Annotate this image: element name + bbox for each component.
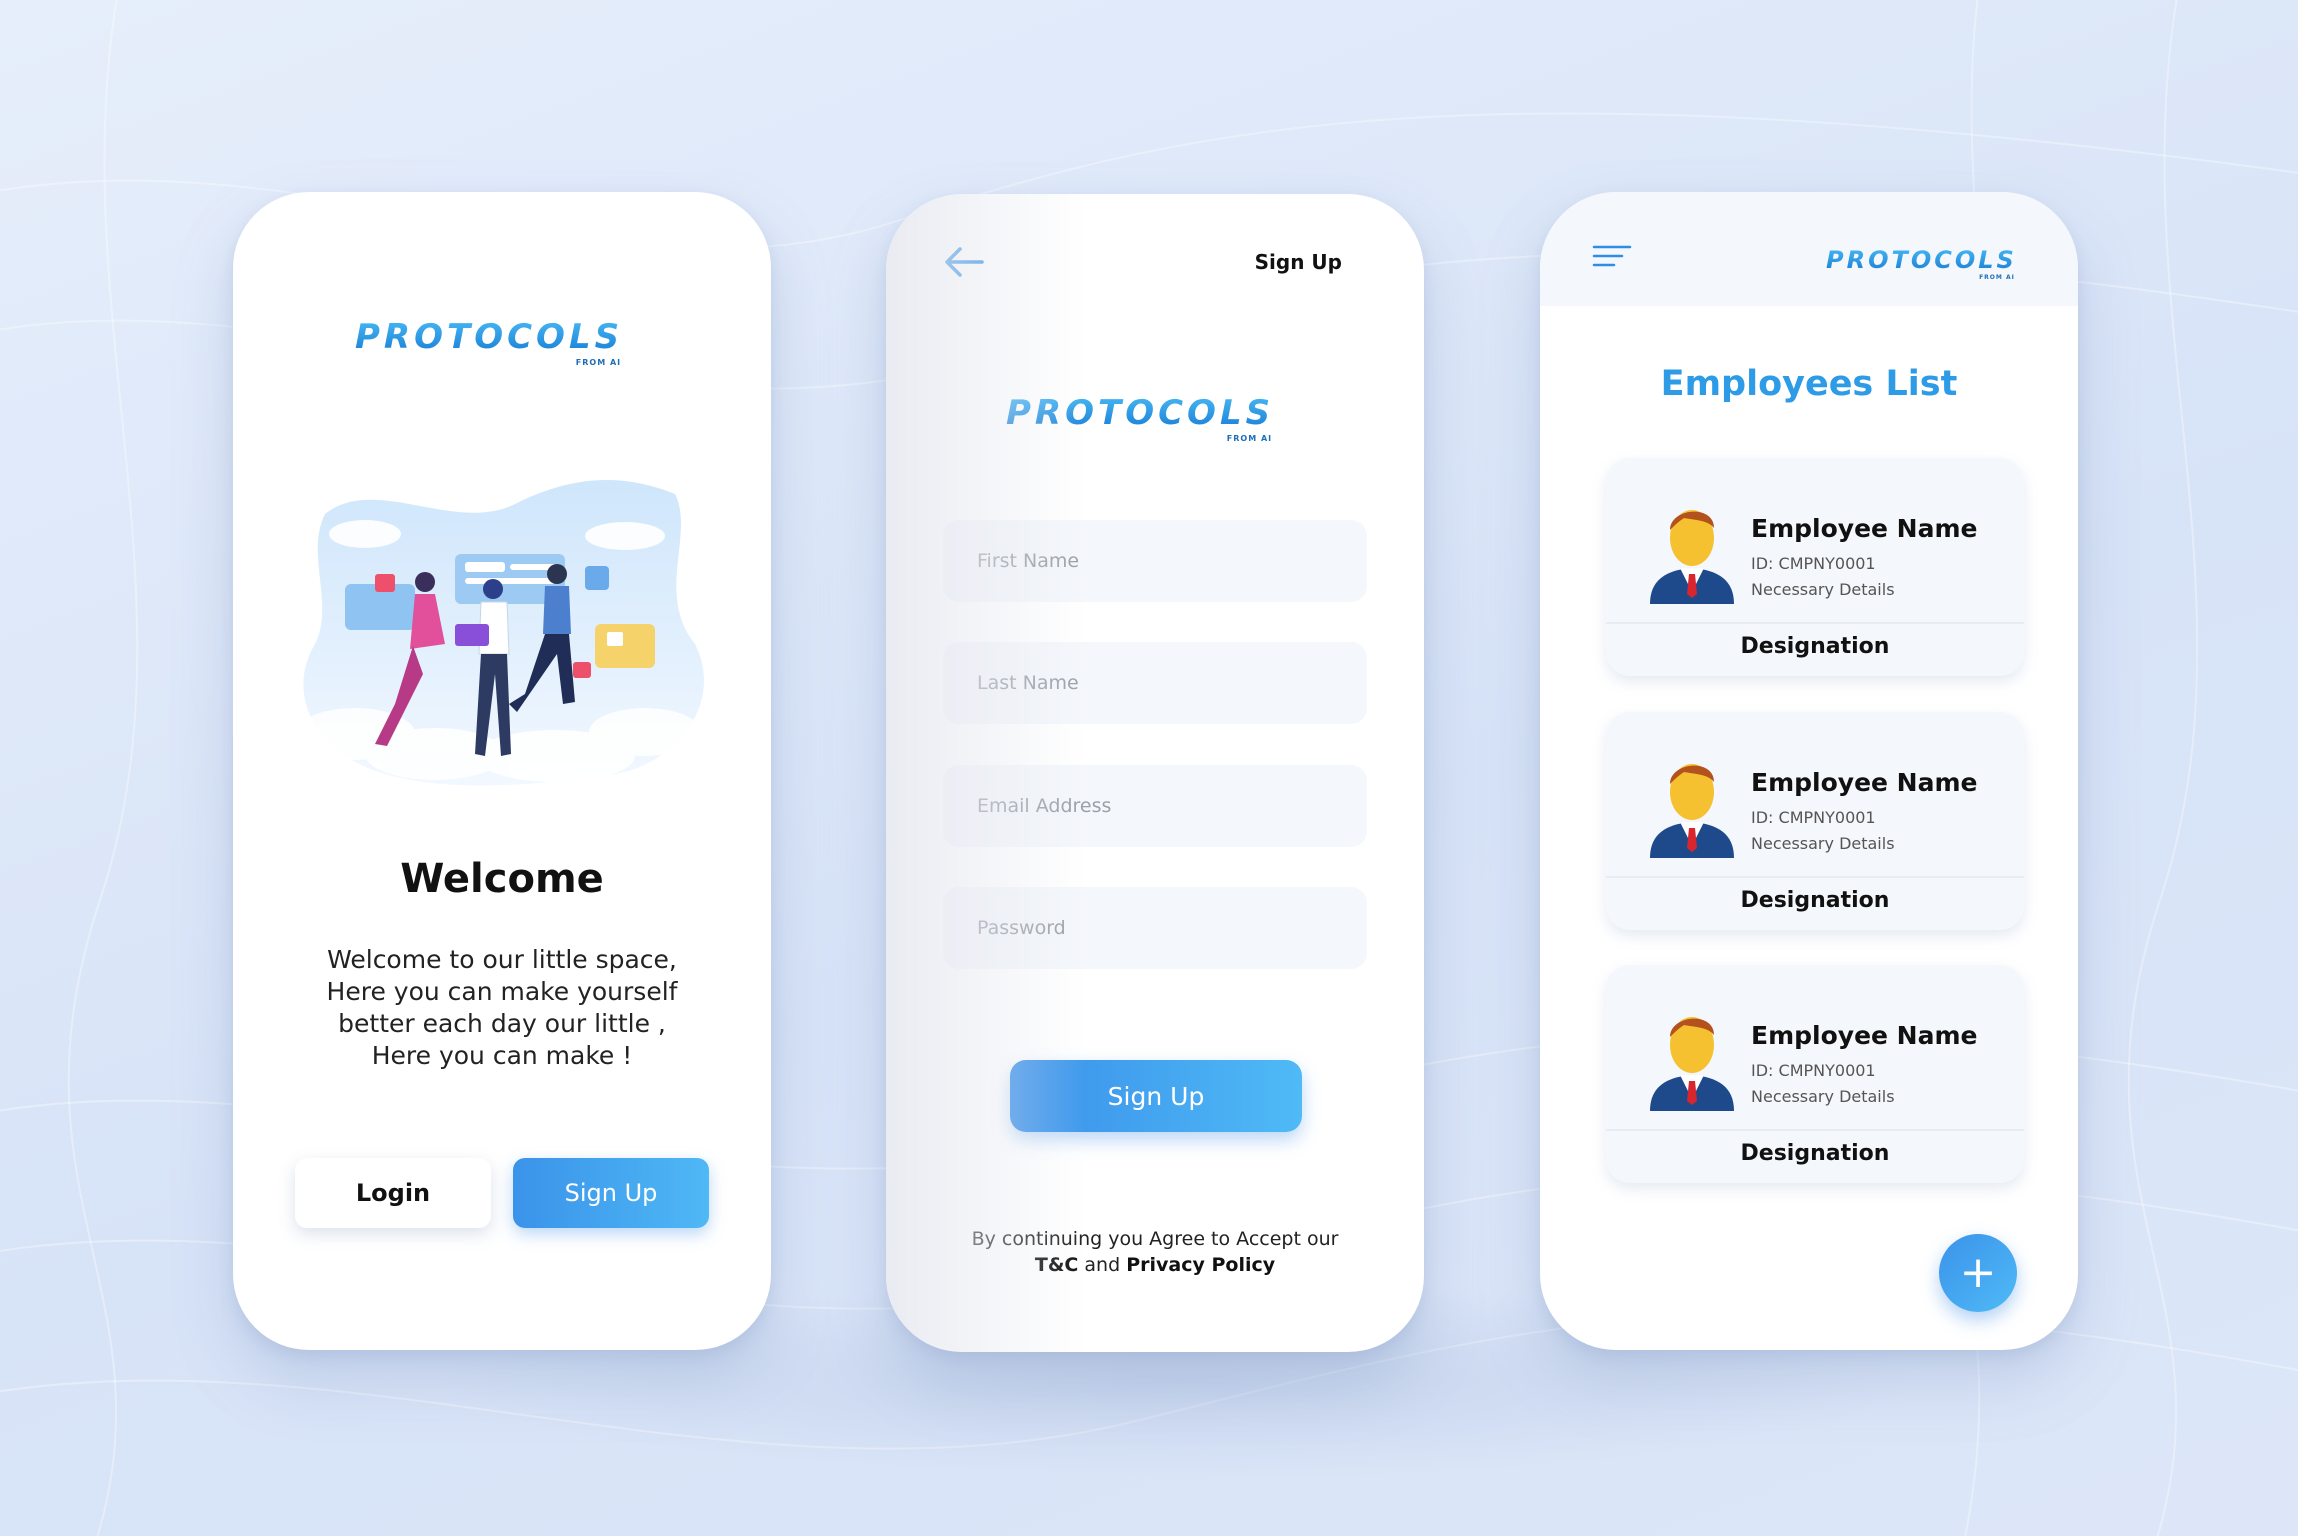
signup-screen: Sign Up PROTOCOLS FROM AI Sign Up By con… — [886, 194, 1424, 1352]
employee-id: ID: CMPNY0001 — [1751, 808, 1876, 827]
last-name-field[interactable] — [943, 642, 1367, 724]
welcome-message: Welcome to our little space, Here you ca… — [326, 945, 678, 1070]
employee-card[interactable]: Employee Name ID: CMPNY0001 Necessary De… — [1606, 458, 2024, 676]
employee-name: Employee Name — [1751, 1021, 1978, 1050]
submit-signup-button[interactable]: Sign Up — [1010, 1060, 1302, 1132]
employee-card[interactable]: Employee Name ID: CMPNY0001 Necessary De… — [1606, 712, 2024, 930]
employee-id: ID: CMPNY0001 — [1751, 1061, 1876, 1080]
logo-wordmark: PROTOCOLS — [355, 317, 624, 357]
avatar-icon — [1650, 510, 1734, 604]
logo-subtitle: FROM AI — [1979, 274, 2015, 281]
login-button[interactable]: Login — [295, 1158, 491, 1228]
card-divider — [1606, 622, 2024, 624]
card-divider — [1606, 1129, 2024, 1131]
first-name-field[interactable] — [943, 520, 1367, 602]
brand-logo: PROTOCOLS FROM AI — [1826, 246, 2017, 281]
signup-button[interactable]: Sign Up — [513, 1158, 709, 1228]
avatar-icon — [1650, 764, 1734, 858]
password-field[interactable] — [943, 887, 1367, 969]
logo-subtitle: FROM AI — [1226, 434, 1273, 443]
page-title: Sign Up — [1254, 250, 1342, 274]
employee-card[interactable]: Employee Name ID: CMPNY0001 Necessary De… — [1606, 965, 2024, 1183]
welcome-title: Welcome — [400, 856, 604, 902]
employee-designation: Designation — [1740, 1141, 1890, 1166]
logo-wordmark: PROTOCOLS — [1006, 393, 1275, 433]
employee-details: Necessary Details — [1751, 1087, 1895, 1106]
employee-designation: Designation — [1740, 888, 1890, 913]
logo-subtitle: FROM AI — [575, 358, 622, 367]
welcome-screen: PROTOCOLS FROM AI Welcome Welcome to our… — [233, 192, 771, 1350]
team-illustration-icon — [295, 480, 704, 786]
employee-name: Employee Name — [1751, 768, 1978, 797]
terms-notice: By continuing you Agree to Accept our T&… — [886, 1226, 1424, 1278]
privacy-policy-link[interactable]: Privacy Policy — [1126, 1254, 1275, 1276]
logo-wordmark: PROTOCOLS — [1826, 246, 2017, 274]
terms-and-text: and — [1084, 1254, 1121, 1276]
arrow-left-icon[interactable] — [942, 244, 986, 280]
employee-details: Necessary Details — [1751, 834, 1895, 853]
hamburger-menu-icon[interactable] — [1592, 244, 1632, 268]
brand-logo: PROTOCOLS FROM AI — [355, 317, 624, 367]
page-title: Employees List — [1660, 364, 1958, 404]
email-field[interactable] — [943, 765, 1367, 847]
brand-logo: PROTOCOLS FROM AI — [1006, 393, 1275, 443]
employee-name: Employee Name — [1751, 514, 1978, 543]
terms-text: By continuing you Agree to Accept our — [971, 1228, 1339, 1250]
card-divider — [1606, 876, 2024, 878]
add-employee-button[interactable]: + — [1939, 1234, 2017, 1312]
employee-designation: Designation — [1740, 634, 1890, 659]
employees-screen: PROTOCOLS FROM AI Employees List Employe… — [1540, 192, 2078, 1350]
terms-link[interactable]: T&C — [1035, 1254, 1078, 1276]
avatar-icon — [1650, 1017, 1734, 1111]
employee-id: ID: CMPNY0001 — [1751, 554, 1876, 573]
employee-details: Necessary Details — [1751, 580, 1895, 599]
